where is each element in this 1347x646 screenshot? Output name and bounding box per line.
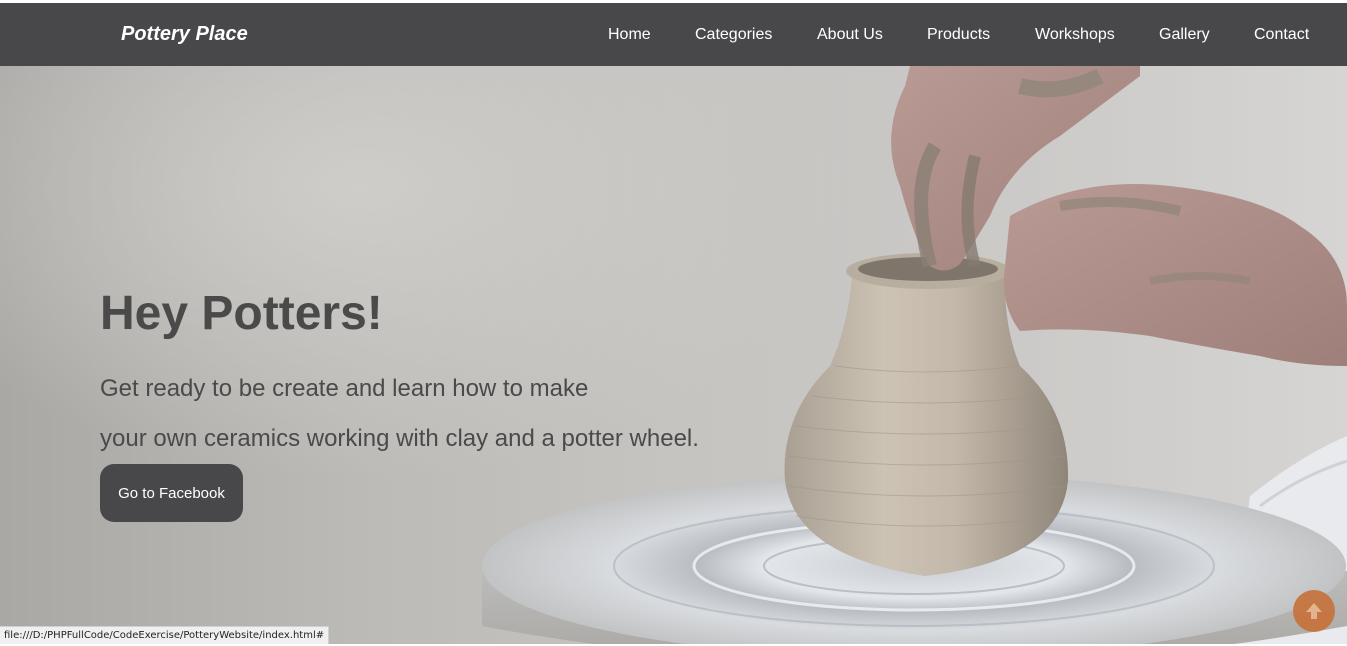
nav-item-workshops[interactable]: Workshops [1035, 26, 1115, 44]
hero-subtitle-line-2: your own ceramics working with clay and … [100, 425, 699, 452]
page: Pottery Place Home Categories About Us P… [0, 0, 1347, 646]
navbar: Pottery Place Home Categories About Us P… [0, 3, 1347, 66]
brand-logo-link[interactable]: Pottery Place [121, 23, 248, 46]
nav-item-contact[interactable]: Contact [1254, 26, 1309, 44]
hero-subtitle-line-1: Get ready to be create and learn how to … [100, 375, 589, 402]
go-to-facebook-button[interactable]: Go to Facebook [100, 464, 243, 522]
scroll-to-top-button[interactable] [1293, 590, 1335, 632]
arrow-up-icon [1306, 603, 1322, 619]
nav-item-products[interactable]: Products [927, 26, 990, 44]
hero-background-image [482, 66, 1347, 646]
nav-item-home[interactable]: Home [608, 26, 651, 44]
hero-section: Hey Potters! Get ready to be create and … [0, 66, 1347, 646]
nav-item-categories[interactable]: Categories [695, 26, 772, 44]
status-bar-url: file:///D:/PHPFullCode/CodeExercise/Pott… [0, 626, 330, 644]
nav-item-gallery[interactable]: Gallery [1159, 26, 1210, 44]
nav-item-about-us[interactable]: About Us [817, 26, 883, 44]
hero-title: Hey Potters! [100, 287, 383, 340]
